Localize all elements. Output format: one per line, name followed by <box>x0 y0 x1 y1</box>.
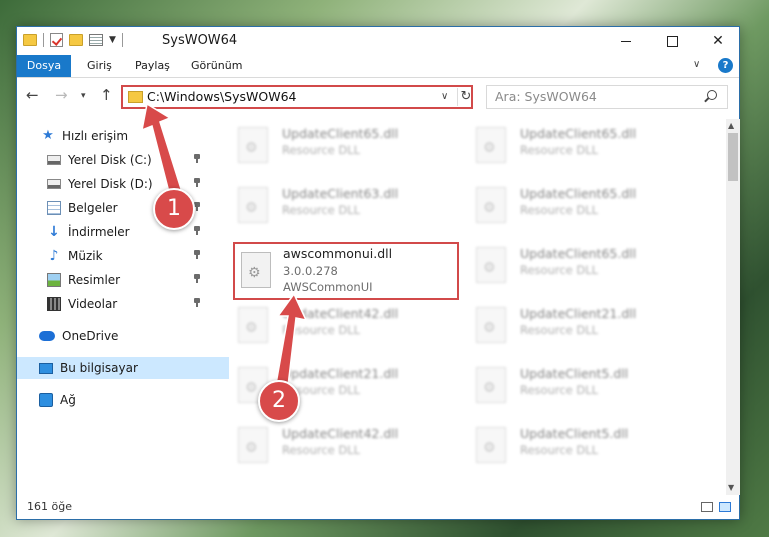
arrow-to-file <box>275 292 308 387</box>
annotation-arrows <box>141 102 308 387</box>
arrow-to-address-bar <box>141 102 183 197</box>
step-2-callout: 2 <box>258 380 300 422</box>
step-1-callout: 1 <box>153 188 195 230</box>
